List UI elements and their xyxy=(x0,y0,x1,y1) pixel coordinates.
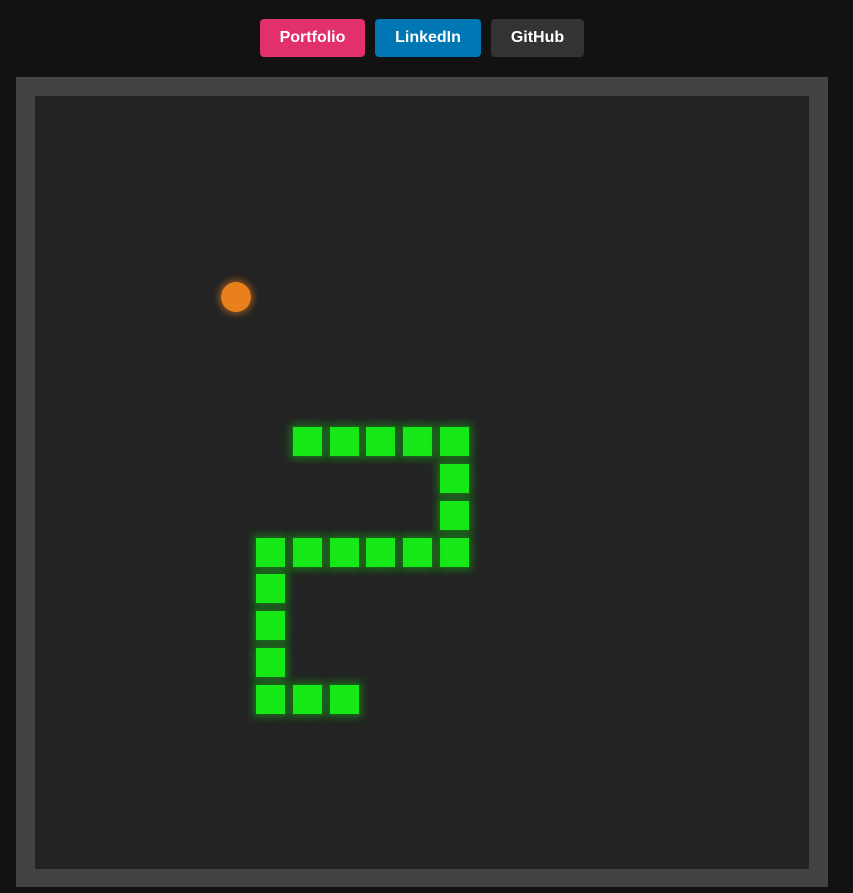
game-board-frame xyxy=(16,77,828,887)
snake-segment xyxy=(402,536,434,568)
snake-segment xyxy=(291,426,323,458)
food-pellet xyxy=(221,282,252,312)
snake-segment xyxy=(439,536,470,568)
snake-segment xyxy=(328,426,360,458)
snake-segment xyxy=(365,536,397,568)
portfolio-button[interactable]: Portfolio xyxy=(260,19,365,57)
snake-segment xyxy=(439,463,470,494)
snake-segment xyxy=(255,610,286,642)
snake-segment xyxy=(328,683,360,715)
snake-segment xyxy=(255,683,286,715)
snake-segment xyxy=(439,426,470,458)
game-board[interactable] xyxy=(35,96,809,869)
snake-segment xyxy=(439,499,470,531)
linkedin-button[interactable]: LinkedIn xyxy=(375,19,481,57)
snake-segment xyxy=(255,647,286,678)
snake-segment xyxy=(291,536,323,568)
snake-segment xyxy=(255,536,286,568)
snake-segment xyxy=(291,683,323,715)
snake-segment xyxy=(365,426,397,458)
snake-segment xyxy=(328,536,360,568)
top-nav: Portfolio LinkedIn GitHub xyxy=(0,0,853,70)
snake-segment xyxy=(255,573,286,605)
github-button[interactable]: GitHub xyxy=(491,19,584,57)
snake-segment xyxy=(402,426,434,458)
